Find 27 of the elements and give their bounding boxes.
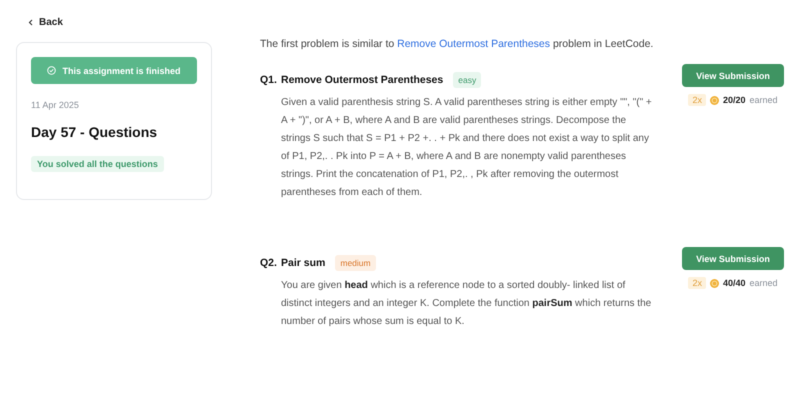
earned-label: earned: [750, 278, 778, 288]
view-submission-button[interactable]: View Submission: [682, 64, 784, 87]
chevron-left-icon: [28, 19, 33, 26]
status-text: This assignment is finished: [62, 66, 181, 76]
multiplier-tag: 2x: [688, 94, 706, 106]
coin-icon: [710, 278, 719, 288]
difficulty-tag: medium: [335, 255, 376, 271]
problem-link[interactable]: Remove Outermost Parentheses: [397, 38, 550, 50]
question-number: Q1.: [260, 74, 275, 86]
multiplier-tag: 2x: [688, 277, 706, 289]
score-text: 40/40: [722, 278, 746, 288]
assignment-date: 11 Apr 2025: [31, 100, 80, 110]
earned-label: earned: [750, 95, 778, 105]
difficulty-tag: easy: [453, 72, 482, 88]
check-circle-icon: [47, 66, 56, 75]
view-submission-button[interactable]: View Submission: [682, 247, 784, 270]
summary-tag: You solved all the questions: [31, 156, 164, 172]
question-description: You are given head which is a reference node to a sorted doubly- linked list of distinct integers and an integer K. Complete the function pairSum which returns the number of pairs whose sum is equal to K.: [281, 279, 652, 329]
question-title: Pair sum: [281, 257, 326, 269]
question-title: Remove Outermost Parentheses: [281, 74, 444, 86]
coin-icon: [710, 96, 719, 104]
intro-text: The first problem is similar to Remove Outermost Parentheses problem in LeetCode.: [260, 38, 654, 50]
question-description: Given a valid parenthesis string S. A valid parentheses string is either empty "", "(" + A + ")", or A + B, where A and B are valid parentheses strings. Decompose the strings S such that S = P1 + P2 +. . + Pk and there does not exist a way to split any of P1, P2,. . Pk into P = A + B, where A and B are nonempty valid parentheses strings. Print the concatenation of P1, P2,. , Pk after removing the outermost parentheses from each of them.: [281, 96, 653, 200]
question-number: Q2.: [260, 257, 275, 269]
score-text: 20/20: [722, 95, 746, 105]
assignment-title: Day 57 - Questions: [31, 124, 158, 140]
back-link[interactable]: Back: [28, 17, 63, 28]
